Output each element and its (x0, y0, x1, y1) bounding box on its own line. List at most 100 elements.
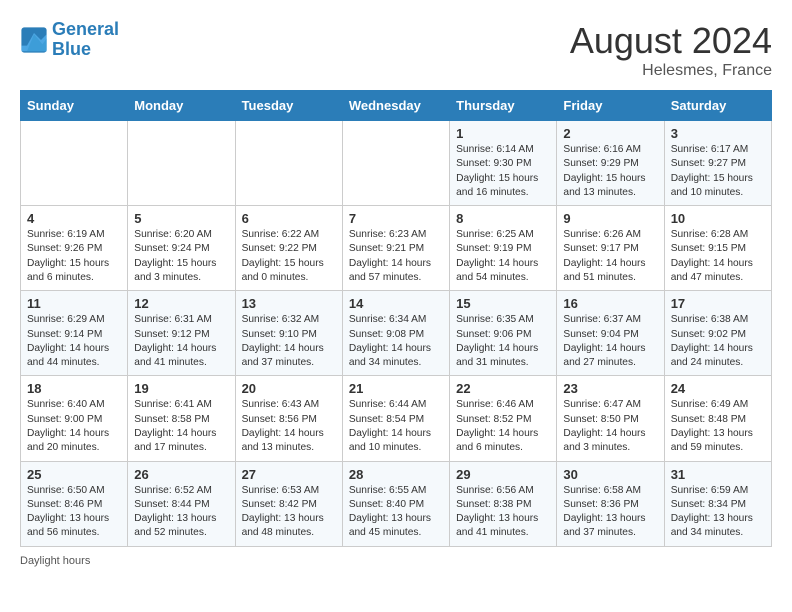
calendar-cell: 5Sunrise: 6:20 AM Sunset: 9:24 PM Daylig… (128, 206, 235, 291)
day-header-wednesday: Wednesday (342, 91, 449, 121)
cell-details: Sunrise: 6:43 AM Sunset: 8:56 PM Dayligh… (242, 398, 336, 455)
day-number: 3 (671, 126, 765, 141)
day-number: 26 (134, 467, 228, 482)
calendar-cell (342, 121, 449, 206)
day-number: 19 (134, 381, 228, 396)
day-number: 28 (349, 467, 443, 482)
cell-details: Sunrise: 6:32 AM Sunset: 9:10 PM Dayligh… (242, 313, 336, 370)
calendar-cell: 22 Sunrise: 6:46 AM Sunset: 8:52 PM Dayli… (450, 376, 557, 461)
cell-details: Sunrise: 6:23 AM Sunset: 9:21 PM Dayligh… (349, 228, 443, 285)
calendar-cell (128, 121, 235, 206)
calendar-cell (21, 121, 128, 206)
day-number: 22 (456, 381, 550, 396)
cell-details: Sunrise: 6:44 AM Sunset: 8:54 PM Dayligh… (349, 398, 443, 455)
calendar-cell: 23 Sunrise: 6:47 AM Sunset: 8:50 PM Dayli… (557, 376, 664, 461)
calendar-cell: 21 Sunrise: 6:44 AM Sunset: 8:54 PM Dayli… (342, 376, 449, 461)
day-number: 8 (456, 211, 550, 226)
day-number: 1 (456, 126, 550, 141)
calendar-cell: 19 Sunrise: 6:41 AM Sunset: 8:58 PM Dayli… (128, 376, 235, 461)
calendar-cell: 4 Sunrise: 6:19 AM Sunset: 9:26 PM Daylig… (21, 206, 128, 291)
day-number: 30 (563, 467, 657, 482)
calendar-cell: 14 Sunrise: 6:34 AM Sunset: 9:08 PM Dayli… (342, 291, 449, 376)
calendar-cell: 3 Sunrise: 6:17 AM Sunset: 9:27 PM Daylig… (664, 121, 771, 206)
day-number: 17 (671, 296, 765, 311)
cell-details: Sunrise: 6:19 AM Sunset: 9:26 PM Dayligh… (27, 228, 121, 285)
cell-details: Sunrise: 6:41 AM Sunset: 8:58 PM Dayligh… (134, 398, 228, 455)
calendar-cell: 20 Sunrise: 6:43 AM Sunset: 8:56 PM Dayli… (235, 376, 342, 461)
cell-details: Sunrise: 6:47 AM Sunset: 8:50 PM Dayligh… (563, 398, 657, 455)
calendar-cell: 30 Sunrise: 6:58 AM Sunset: 8:36 PM Dayli… (557, 461, 664, 546)
calendar-cell: 31Sunrise: 6:59 AM Sunset: 8:34 PM Dayli… (664, 461, 771, 546)
day-number: 23 (563, 381, 657, 396)
calendar-cell: 24 Sunrise: 6:49 AM Sunset: 8:48 PM Dayli… (664, 376, 771, 461)
cell-details: Sunrise: 6:58 AM Sunset: 8:36 PM Dayligh… (563, 484, 657, 541)
calendar-cell: 16Sunrise: 6:37 AM Sunset: 9:04 PM Dayli… (557, 291, 664, 376)
cell-details: Sunrise: 6:20 AM Sunset: 9:24 PM Dayligh… (134, 228, 228, 285)
day-number: 12 (134, 296, 228, 311)
cell-details: Sunrise: 6:31 AM Sunset: 9:12 PM Dayligh… (134, 313, 228, 370)
month-title: August 2024 (570, 20, 772, 62)
day-header-friday: Friday (557, 91, 664, 121)
cell-details: Sunrise: 6:40 AM Sunset: 9:00 PM Dayligh… (27, 398, 121, 455)
cell-details: Sunrise: 6:59 AM Sunset: 8:34 PM Dayligh… (671, 484, 765, 541)
day-header-monday: Monday (128, 91, 235, 121)
cell-details: Sunrise: 6:56 AM Sunset: 8:38 PM Dayligh… (456, 484, 550, 541)
day-number: 11 (27, 296, 121, 311)
calendar-cell: 26 Sunrise: 6:52 AM Sunset: 8:44 PM Dayli… (128, 461, 235, 546)
cell-details: Sunrise: 6:55 AM Sunset: 8:40 PM Dayligh… (349, 484, 443, 541)
title-block: August 2024 Helesmes, France (570, 20, 772, 80)
cell-details: Sunrise: 6:17 AM Sunset: 9:27 PM Dayligh… (671, 143, 765, 200)
day-header-saturday: Saturday (664, 91, 771, 121)
day-number: 14 (349, 296, 443, 311)
location: Helesmes, France (570, 62, 772, 80)
cell-details: Sunrise: 6:50 AM Sunset: 8:46 PM Dayligh… (27, 484, 121, 541)
day-header-thursday: Thursday (450, 91, 557, 121)
cell-details: Sunrise: 6:46 AM Sunset: 8:52 PM Dayligh… (456, 398, 550, 455)
cell-details: Sunrise: 6:52 AM Sunset: 8:44 PM Dayligh… (134, 484, 228, 541)
cell-details: Sunrise: 6:49 AM Sunset: 8:48 PM Dayligh… (671, 398, 765, 455)
calendar-table: SundayMondayTuesdayWednesdayThursdayFrid… (20, 90, 772, 547)
calendar-cell: 15Sunrise: 6:35 AM Sunset: 9:06 PM Dayli… (450, 291, 557, 376)
logo-icon (20, 26, 48, 54)
day-header-tuesday: Tuesday (235, 91, 342, 121)
cell-details: Sunrise: 6:29 AM Sunset: 9:14 PM Dayligh… (27, 313, 121, 370)
calendar-cell: 7Sunrise: 6:23 AM Sunset: 9:21 PM Daylig… (342, 206, 449, 291)
calendar-cell: 1 Sunrise: 6:14 AM Sunset: 9:30 PM Daylig… (450, 121, 557, 206)
day-number: 24 (671, 381, 765, 396)
day-number: 20 (242, 381, 336, 396)
calendar-cell: 6Sunrise: 6:22 AM Sunset: 9:22 PM Daylig… (235, 206, 342, 291)
day-number: 18 (27, 381, 121, 396)
calendar-cell: 28 Sunrise: 6:55 AM Sunset: 8:40 PM Dayli… (342, 461, 449, 546)
day-number: 15 (456, 296, 550, 311)
calendar-cell (235, 121, 342, 206)
cell-details: Sunrise: 6:14 AM Sunset: 9:30 PM Dayligh… (456, 143, 550, 200)
cell-details: Sunrise: 6:34 AM Sunset: 9:08 PM Dayligh… (349, 313, 443, 370)
day-number: 10 (671, 211, 765, 226)
day-number: 4 (27, 211, 121, 226)
cell-details: Sunrise: 6:16 AM Sunset: 9:29 PM Dayligh… (563, 143, 657, 200)
calendar-cell: 17Sunrise: 6:38 AM Sunset: 9:02 PM Dayli… (664, 291, 771, 376)
day-number: 29 (456, 467, 550, 482)
logo-text: General Blue (52, 20, 119, 60)
calendar-cell: 25Sunrise: 6:50 AM Sunset: 8:46 PM Dayli… (21, 461, 128, 546)
day-number: 13 (242, 296, 336, 311)
cell-details: Sunrise: 6:28 AM Sunset: 9:15 PM Dayligh… (671, 228, 765, 285)
calendar-cell: 18 Sunrise: 6:40 AM Sunset: 9:00 PM Dayli… (21, 376, 128, 461)
calendar-cell: 11 Sunrise: 6:29 AM Sunset: 9:14 PM Dayli… (21, 291, 128, 376)
cell-details: Sunrise: 6:53 AM Sunset: 8:42 PM Dayligh… (242, 484, 336, 541)
page-header: General Blue August 2024 Helesmes, Franc… (20, 20, 772, 80)
day-number: 2 (563, 126, 657, 141)
logo: General Blue (20, 20, 119, 60)
cell-details: Sunrise: 6:37 AM Sunset: 9:04 PM Dayligh… (563, 313, 657, 370)
day-number: 27 (242, 467, 336, 482)
cell-details: Sunrise: 6:25 AM Sunset: 9:19 PM Dayligh… (456, 228, 550, 285)
day-number: 6 (242, 211, 336, 226)
calendar-cell: 12 Sunrise: 6:31 AM Sunset: 9:12 PM Dayli… (128, 291, 235, 376)
calendar-cell: 9 Sunrise: 6:26 AM Sunset: 9:17 PM Daylig… (557, 206, 664, 291)
day-number: 21 (349, 381, 443, 396)
calendar-cell: 10 Sunrise: 6:28 AM Sunset: 9:15 PM Dayli… (664, 206, 771, 291)
day-number: 9 (563, 211, 657, 226)
calendar-cell: 8 Sunrise: 6:25 AM Sunset: 9:19 PM Daylig… (450, 206, 557, 291)
cell-details: Sunrise: 6:26 AM Sunset: 9:17 PM Dayligh… (563, 228, 657, 285)
calendar-cell: 13 Sunrise: 6:32 AM Sunset: 9:10 PM Dayli… (235, 291, 342, 376)
